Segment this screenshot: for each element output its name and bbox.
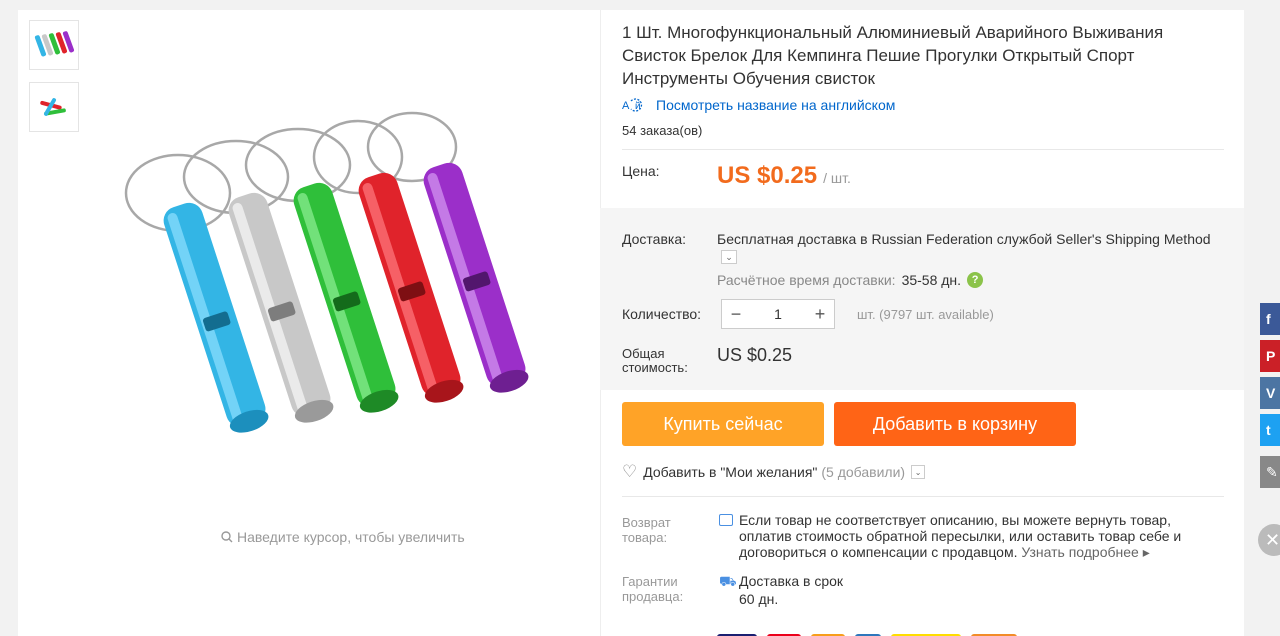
learn-more-link[interactable]: Узнать подробнее ▸ xyxy=(1021,544,1149,560)
heart-icon: ♡ xyxy=(622,462,638,481)
edit-icon[interactable]: ✎ xyxy=(1260,456,1280,488)
price-label: Цена: xyxy=(622,163,660,179)
buy-now-button[interactable]: Купить сейчас xyxy=(622,402,824,446)
quantity-stepper: − + xyxy=(721,299,835,329)
learn-more-text[interactable]: Узнать подробнее xyxy=(1021,544,1138,560)
chevron-down-icon: ⌄ xyxy=(725,251,733,262)
price: US $0.25 / шт. xyxy=(717,162,851,190)
pinterest-icon[interactable]: P xyxy=(1260,340,1280,372)
total-label: Общая стоимость: xyxy=(622,346,688,375)
guarantee-days: 60 дн. xyxy=(739,591,779,607)
total-value: US $0.25 xyxy=(717,345,793,365)
thumbnail-whistles-image xyxy=(40,98,66,116)
quantity-label: Количество: xyxy=(622,306,702,322)
truck-icon: ⛟ xyxy=(719,573,737,589)
help-icon[interactable]: ? xyxy=(967,272,984,288)
svg-text:A: A xyxy=(622,100,630,112)
return-icon xyxy=(719,514,733,526)
guarantee-label: Гарантии продавца: xyxy=(622,574,684,604)
available-count: шт. (9797 шт. available) xyxy=(857,307,994,322)
translate-link-text[interactable]: Посмотреть название на английском xyxy=(656,97,895,113)
eta-label: Расчётное время доставки: xyxy=(717,272,896,288)
zoom-hint: Наведите курсор, чтобы увеличить xyxy=(221,529,465,545)
quantity-input[interactable] xyxy=(750,300,806,328)
guarantee-text: Доставка в срок xyxy=(739,573,844,589)
minus-button[interactable]: − xyxy=(722,300,750,328)
translate-link[interactable]: A й Посмотреть название на английском xyxy=(622,97,895,113)
magnifier-icon xyxy=(221,531,233,543)
close-icon[interactable]: ✕ xyxy=(1258,524,1280,556)
product-image[interactable] xyxy=(118,105,538,465)
product-card: Наведите курсор, чтобы увеличить 1 Шт. М… xyxy=(18,10,1244,636)
returns-label: Возврат товара: xyxy=(622,515,671,545)
vk-icon[interactable]: V xyxy=(1260,377,1280,409)
twitter-icon[interactable]: t xyxy=(1260,414,1280,446)
wishlist-count: (5 добавили) xyxy=(821,464,906,480)
orders-count: 54 заказа(ов) xyxy=(622,123,703,138)
returns-text: Если товар не соответствует описанию, вы… xyxy=(739,512,1199,560)
zoom-hint-text: Наведите курсор, чтобы увеличить xyxy=(237,529,465,545)
eta-value: 35-58 дн. xyxy=(901,272,962,288)
product-title: 1 Шт. Многофункциональный Алюминиевый Ав… xyxy=(622,23,1164,88)
wishlist-link[interactable]: ♡ Добавить в "Мои желания" (5 добавили) … xyxy=(622,462,926,482)
price-amount: US $0.25 xyxy=(717,162,818,189)
social-share-bar: f P V t ✎ xyxy=(1260,303,1280,493)
price-unit: / шт. xyxy=(823,170,851,186)
shipping-dropdown[interactable]: ⌄ xyxy=(721,250,737,264)
shipping-label: Доставка: xyxy=(622,231,687,247)
thumbnail-whistles-image xyxy=(34,31,75,57)
thumbnail-2[interactable] xyxy=(29,82,79,132)
divider xyxy=(622,149,1224,150)
thumbnail-1[interactable] xyxy=(29,20,79,70)
wishlist-text[interactable]: Добавить в "Мои желания" xyxy=(643,464,817,480)
shipping-text: Бесплатная доставка в Russian Federation… xyxy=(717,231,1211,247)
divider xyxy=(622,496,1224,497)
plus-button[interactable]: + xyxy=(806,300,834,328)
translate-icon: A й xyxy=(622,98,643,112)
facebook-icon[interactable]: f xyxy=(1260,303,1280,335)
add-to-cart-button[interactable]: Добавить в корзину xyxy=(834,402,1076,446)
chevron-down-icon[interactable]: ⌄ xyxy=(911,465,926,479)
delivery-estimate: Расчётное время доставки: 35-58 дн. ? xyxy=(717,272,984,288)
thumbnail-list xyxy=(29,20,79,144)
svg-text:й: й xyxy=(635,101,641,112)
